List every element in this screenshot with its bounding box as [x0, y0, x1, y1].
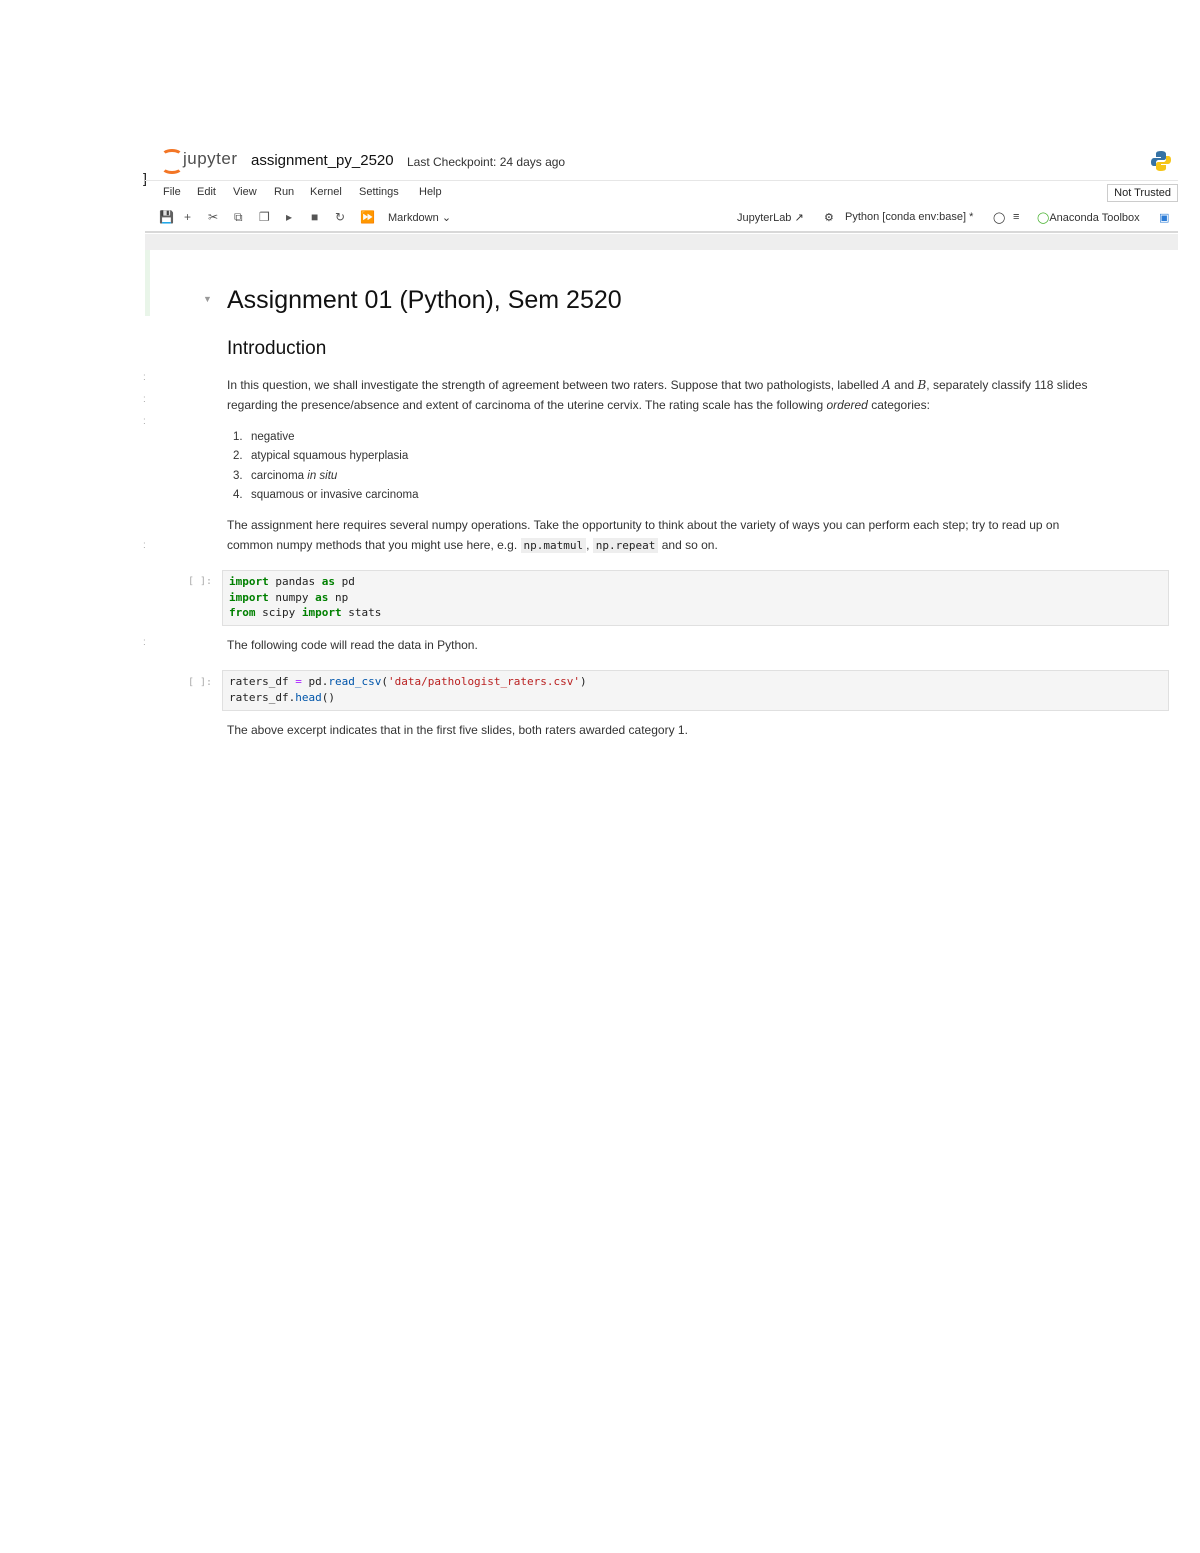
menu-kernel[interactable]: Kernel: [310, 186, 342, 198]
paste-icon[interactable]: ❐: [259, 210, 270, 224]
chevron-down-icon: ⌄: [441, 212, 452, 224]
notebook-panel-icon[interactable]: ▣: [1159, 211, 1169, 224]
cut-icon[interactable]: ✂: [208, 210, 218, 224]
intro-text-2: , separately classify 118 slides: [926, 378, 1088, 392]
intro-text-3: regarding the presence/absence and exten…: [227, 397, 824, 412]
categories-list: 1. negative 2. atypical squamous hyperplas…: [233, 428, 418, 505]
jupyterlab-label: JupyterLab: [737, 212, 792, 224]
code-repeat: np.repeat: [592, 537, 659, 553]
anaconda-circle-icon: ◯: [1037, 212, 1050, 224]
intro-paragraph: In this question, we shall investigate t…: [227, 376, 1157, 415]
menu-help[interactable]: Help: [419, 186, 442, 198]
list-item: 4. squamous or invasive carcinoma: [233, 488, 419, 501]
read-data-paragraph: The following code will read the data in…: [227, 638, 478, 652]
introduction-heading: Introduction: [227, 338, 327, 359]
fast-forward-icon[interactable]: ⏩: [360, 210, 375, 224]
anaconda-toolbox[interactable]: ◯Anaconda Toolbox: [1037, 211, 1140, 224]
run-icon[interactable]: ▸: [286, 210, 292, 224]
save-icon[interactable]: 💾: [159, 210, 174, 224]
notebook-title-heading: Assignment 01 (Python), Sem 2520: [227, 286, 622, 314]
intro-text-4: categories:: [871, 397, 930, 412]
jupyterlab-link[interactable]: JupyterLab ↗: [737, 211, 804, 224]
list-icon[interactable]: ≡: [1013, 211, 1019, 223]
and-word: and: [894, 378, 915, 392]
code-cell-read-csv[interactable]: raters_df = pd.read_csv('data/pathologis…: [222, 670, 1169, 711]
active-cell-indicator: [145, 250, 150, 316]
gutter-marks-2: :: [143, 540, 146, 551]
checkpoint-status: Last Checkpoint: 24 days ago: [407, 155, 566, 169]
notebook-toolbar: 💾 + ✂ ⧉ ❐ ▸ ■ ↻ ⏩ Markdown ⌄ JupyterLab …: [145, 205, 1178, 233]
jupyter-logo[interactable]: jupyter: [159, 148, 238, 174]
cell-type-value: Markdown: [388, 212, 439, 224]
menu-bar: File Edit View Run Kernel Settings Help …: [145, 180, 1178, 205]
logo-text: jupyter: [183, 149, 238, 168]
gutter-marks: : ::: [143, 372, 146, 427]
rater-b: B: [917, 378, 927, 392]
menu-view[interactable]: View: [233, 186, 257, 198]
intro-text-1: In this question, we shall investigate t…: [227, 378, 879, 392]
kernel-status-icon: ◯: [993, 212, 1006, 224]
collapse-heading-icon[interactable]: ▼: [203, 294, 212, 304]
kernel-name[interactable]: Python [conda env:base] *: [845, 211, 973, 223]
gutter-marks-3: :: [143, 637, 146, 648]
menu-settings[interactable]: Settings: [359, 186, 399, 198]
rater-a: A: [882, 378, 891, 392]
external-link-icon: ↗: [794, 212, 804, 224]
title-bar: jupyter assignment_py_2520 Last Checkpoi…: [145, 140, 1178, 180]
add-cell-icon[interactable]: +: [184, 210, 191, 224]
python-logo-icon: [1151, 151, 1171, 171]
gear-icon[interactable]: ⚙: [824, 211, 834, 224]
ordered-word: ordered: [826, 397, 868, 412]
list-item: 3. carcinoma in situ: [233, 469, 338, 482]
cell-toolbar-strip: [145, 234, 1178, 250]
cell-type-select[interactable]: Markdown ⌄: [388, 211, 451, 224]
trust-button[interactable]: Not Trusted: [1107, 184, 1178, 202]
code-matmul: np.matmul: [520, 537, 587, 553]
restart-icon[interactable]: ↻: [335, 210, 345, 224]
excerpt-paragraph: The above excerpt indicates that in the …: [227, 723, 688, 737]
anaconda-label: Anaconda Toolbox: [1049, 212, 1140, 224]
menu-file[interactable]: File: [163, 186, 181, 198]
jupyter-logo-icon: [159, 148, 183, 174]
stop-icon[interactable]: ■: [311, 210, 318, 224]
cell-prompt: [ ]:: [188, 677, 213, 688]
copy-icon[interactable]: ⧉: [234, 210, 243, 225]
jupyter-window: jupyter assignment_py_2520 Last Checkpoi…: [145, 140, 1178, 233]
list-item: 1. negative: [233, 431, 295, 443]
menu-edit[interactable]: Edit: [197, 186, 216, 198]
cell-prompt: [ ]:: [188, 576, 213, 587]
code-cell-imports[interactable]: import pandas as pd import numpy as np f…: [222, 570, 1169, 626]
list-item: 2. atypical squamous hyperplasia: [233, 450, 409, 463]
menu-run[interactable]: Run: [274, 186, 294, 198]
assignment-paragraph: The assignment here requires several num…: [227, 518, 1060, 553]
notebook-name[interactable]: assignment_py_2520: [251, 152, 394, 169]
